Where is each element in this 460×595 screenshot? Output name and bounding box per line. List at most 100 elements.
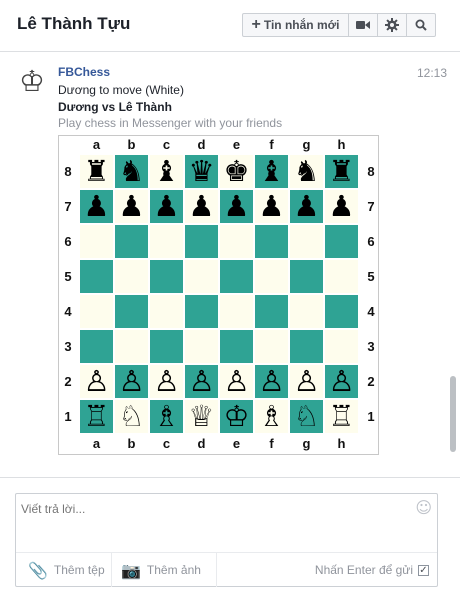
square-c4[interactable] [149, 294, 184, 329]
chess-board[interactable]: a a b b c c d d e e f f g g h h 8 8 7 7 6 6 5 5 4 4 3 3 2 2 1 1 ♜ ♞ ♝ ♛ ♚ ♝ ♞ ♜… [58, 135, 379, 455]
square-c5[interactable] [149, 259, 184, 294]
square-b3[interactable] [114, 329, 149, 364]
square-a6[interactable] [79, 224, 114, 259]
square-f2[interactable]: ♙ [254, 364, 289, 399]
square-a5[interactable] [79, 259, 114, 294]
square-b8[interactable]: ♞ [114, 154, 149, 189]
square-d8[interactable]: ♛ [184, 154, 219, 189]
square-h8[interactable]: ♜ [324, 154, 359, 189]
enter-to-send-checkbox[interactable]: ✓ [418, 564, 429, 576]
square-a7[interactable]: ♟ [79, 189, 114, 224]
square-b2[interactable]: ♙ [114, 364, 149, 399]
conversation-title: Lê Thành Tựu [17, 14, 131, 33]
square-e7[interactable]: ♟ [219, 189, 254, 224]
add-photo-button[interactable]: 📷 Thêm ảnh [121, 553, 201, 587]
square-h4[interactable] [324, 294, 359, 329]
square-a3[interactable] [79, 329, 114, 364]
square-h5[interactable] [324, 259, 359, 294]
square-g5[interactable] [289, 259, 324, 294]
square-c2[interactable]: ♙ [149, 364, 184, 399]
square-b6[interactable] [114, 224, 149, 259]
file-label-c: c [162, 436, 171, 451]
square-h3[interactable] [324, 329, 359, 364]
square-g8[interactable]: ♞ [289, 154, 324, 189]
square-b5[interactable] [114, 259, 149, 294]
reply-input[interactable] [21, 500, 411, 518]
square-e5[interactable] [219, 259, 254, 294]
rank-label-4: 4 [367, 304, 375, 319]
rank-label-7: 7 [64, 199, 72, 214]
square-e1[interactable]: ♔ [219, 399, 254, 434]
square-d6[interactable] [184, 224, 219, 259]
rank-label-7: 7 [367, 199, 375, 214]
square-g2[interactable]: ♙ [289, 364, 324, 399]
enter-to-send-toggle[interactable]: Nhấn Enter để gửi ✓ [315, 553, 429, 587]
square-a1[interactable]: ♖ [79, 399, 114, 434]
square-c6[interactable] [149, 224, 184, 259]
reply-composer: ☺ 📎 Thêm tệp 📷 Thêm ảnh Nhấn Enter để gử… [15, 493, 438, 587]
square-f5[interactable] [254, 259, 289, 294]
square-b4[interactable] [114, 294, 149, 329]
square-e6[interactable] [219, 224, 254, 259]
square-d7[interactable]: ♟ [184, 189, 219, 224]
square-g4[interactable] [289, 294, 324, 329]
square-f3[interactable] [254, 329, 289, 364]
square-e2[interactable]: ♙ [219, 364, 254, 399]
square-c8[interactable]: ♝ [149, 154, 184, 189]
square-d2[interactable]: ♙ [184, 364, 219, 399]
settings-button[interactable] [378, 13, 407, 37]
rank-label-6: 6 [367, 234, 375, 249]
square-h7[interactable]: ♟ [324, 189, 359, 224]
square-g6[interactable] [289, 224, 324, 259]
square-f4[interactable] [254, 294, 289, 329]
game-description: Play chess in Messenger with your friend… [58, 116, 283, 130]
sender-name[interactable]: FBChess [58, 65, 110, 79]
square-c1[interactable]: ♗ [149, 399, 184, 434]
square-a2[interactable]: ♙ [79, 364, 114, 399]
square-f6[interactable] [254, 224, 289, 259]
square-h6[interactable] [324, 224, 359, 259]
rank-label-8: 8 [64, 164, 72, 179]
square-c7[interactable]: ♟ [149, 189, 184, 224]
new-message-label: Tin nhắn mới [263, 18, 340, 32]
toolbar-divider [111, 553, 112, 587]
conversation-header: Lê Thành Tựu + Tin nhắn mới [0, 0, 460, 52]
rank-label-2: 2 [367, 374, 375, 389]
square-f1[interactable]: ♗ [254, 399, 289, 434]
square-d4[interactable] [184, 294, 219, 329]
square-d3[interactable] [184, 329, 219, 364]
square-e8[interactable]: ♚ [219, 154, 254, 189]
square-c3[interactable] [149, 329, 184, 364]
square-a8[interactable]: ♜ [79, 154, 114, 189]
file-label-d: d [197, 137, 206, 152]
file-label-f: f [269, 137, 274, 152]
file-label-c: c [162, 137, 171, 152]
emoji-icon[interactable]: ☺ [415, 500, 432, 516]
paperclip-icon: 📎 [28, 560, 48, 580]
square-h1[interactable]: ♖ [324, 399, 359, 434]
chess-king-avatar-icon: ♔ [19, 66, 45, 98]
square-e3[interactable] [219, 329, 254, 364]
search-button[interactable] [407, 13, 436, 37]
file-label-h: h [337, 137, 346, 152]
square-g3[interactable] [289, 329, 324, 364]
enter-to-send-label: Nhấn Enter để gửi [314, 563, 413, 577]
square-b1[interactable]: ♘ [114, 399, 149, 434]
square-e4[interactable] [219, 294, 254, 329]
add-file-button[interactable]: 📎 Thêm tệp [28, 553, 105, 587]
square-h2[interactable]: ♙ [324, 364, 359, 399]
scrollbar-thumb[interactable] [450, 376, 456, 452]
new-message-button[interactable]: + Tin nhắn mới [242, 13, 349, 37]
square-a4[interactable] [79, 294, 114, 329]
square-f8[interactable]: ♝ [254, 154, 289, 189]
square-d1[interactable]: ♕ [184, 399, 219, 434]
square-g1[interactable]: ♘ [289, 399, 324, 434]
file-label-b: b [127, 137, 136, 152]
rank-label-6: 6 [64, 234, 72, 249]
video-call-button[interactable] [349, 13, 378, 37]
square-f7[interactable]: ♟ [254, 189, 289, 224]
file-label-b: b [127, 436, 136, 451]
square-b7[interactable]: ♟ [114, 189, 149, 224]
square-d5[interactable] [184, 259, 219, 294]
square-g7[interactable]: ♟ [289, 189, 324, 224]
